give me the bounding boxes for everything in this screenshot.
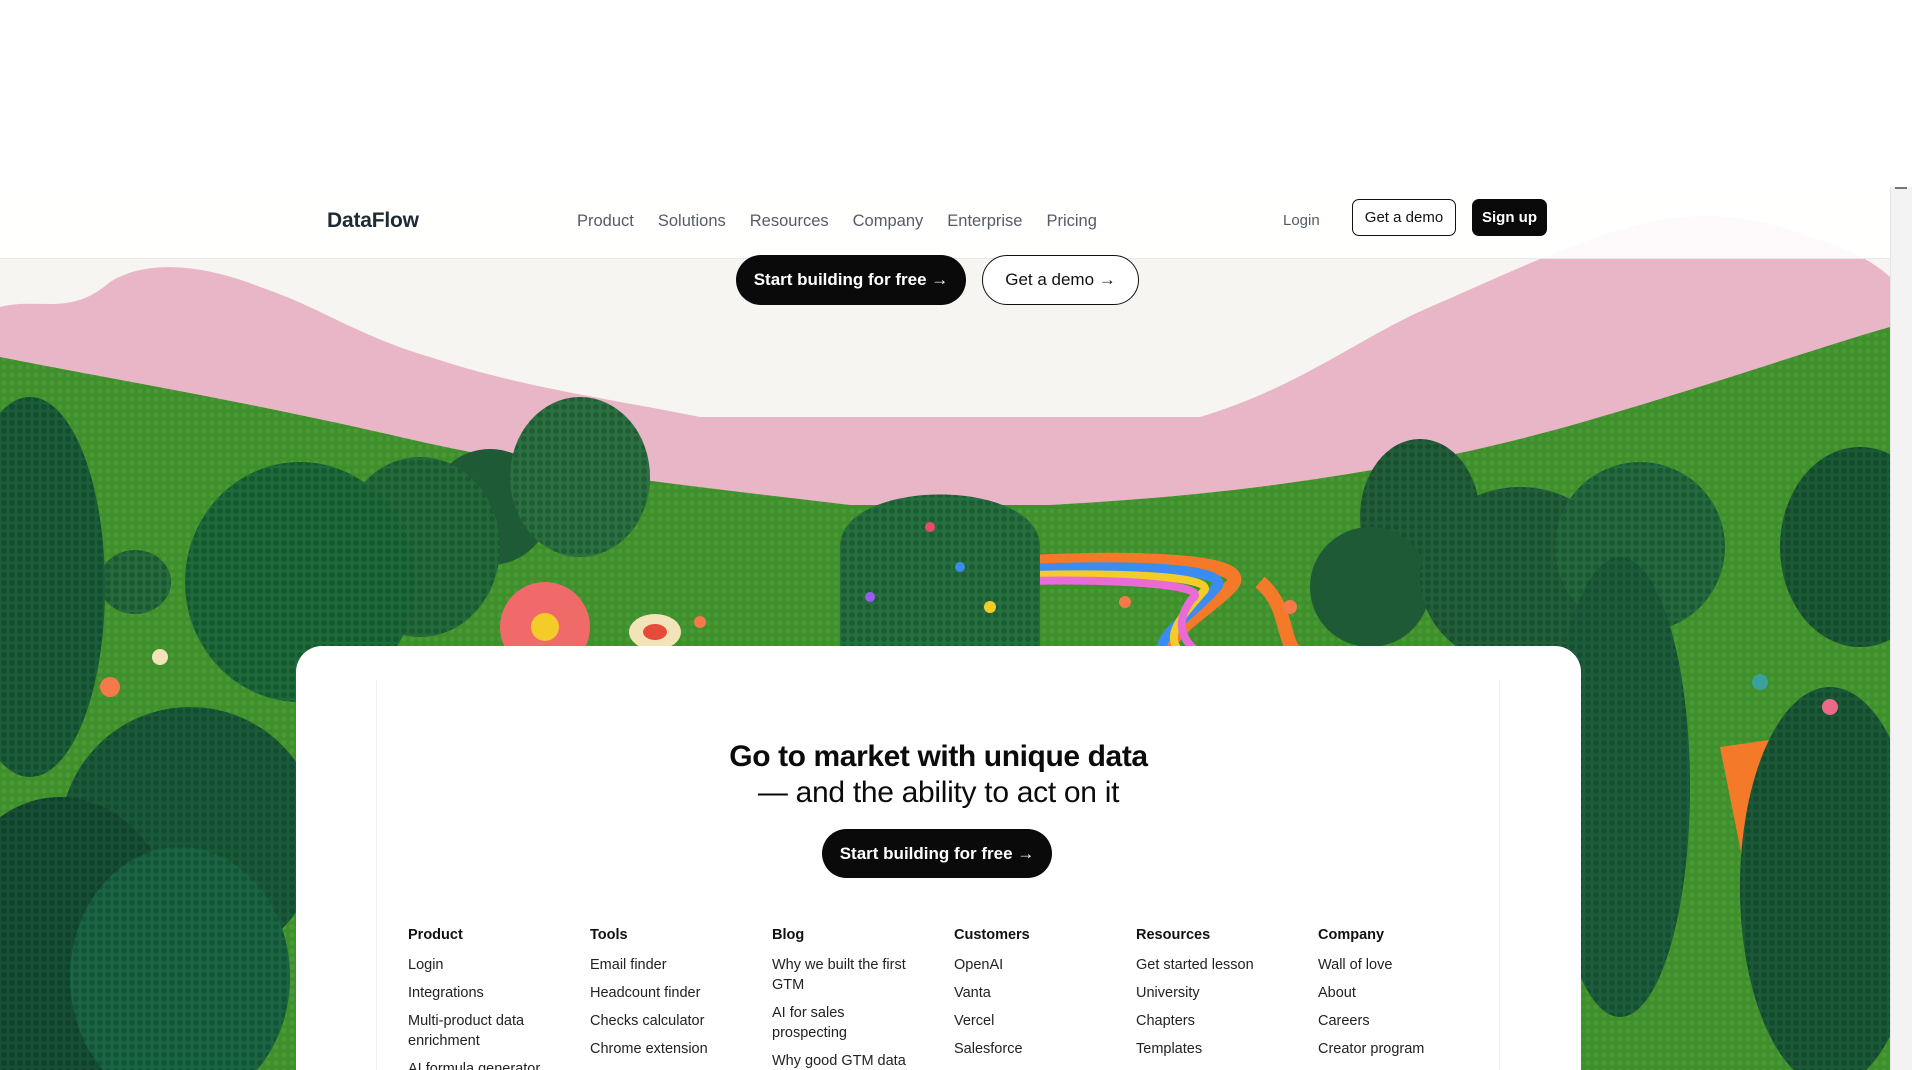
footer-col-title: Company: [1318, 927, 1385, 943]
footer-link[interactable]: Wall of love: [1318, 955, 1468, 975]
browser-viewport: DataFlow Product Solutions Resources Com…: [0, 0, 1912, 1070]
nav-solutions[interactable]: Solutions: [658, 208, 726, 234]
footer-col-company: Company Wall of love About Careers Creat…: [1318, 926, 1500, 1070]
login-link[interactable]: Login: [1283, 212, 1320, 229]
page-scrollbar[interactable]: [1890, 187, 1912, 1070]
footer-col-resources: Resources Get started lesson University …: [1136, 926, 1318, 1070]
footer-col-blog: Blog Why we built the first GTM AI for s…: [772, 926, 954, 1070]
footer-link[interactable]: Templates: [1136, 1039, 1286, 1059]
footer-link[interactable]: Email finder: [590, 955, 740, 975]
main-nav: Product Solutions Resources Company Ente…: [577, 208, 1121, 234]
card-subtitle: — and the ability to act on it: [757, 776, 1120, 809]
nav-pricing[interactable]: Pricing: [1046, 208, 1096, 234]
footer-link[interactable]: Vercel: [954, 1011, 1104, 1031]
brand-logo[interactable]: DataFlow: [327, 209, 419, 233]
nav-enterprise[interactable]: Enterprise: [947, 208, 1022, 234]
nav-company[interactable]: Company: [853, 208, 924, 234]
footer-link[interactable]: Careers: [1318, 1011, 1468, 1031]
footer-columns: Product Login Integrations Multi-product…: [408, 926, 1500, 1070]
footer-link[interactable]: AI for sales prospecting: [772, 1003, 922, 1043]
footer-col-title: Resources: [1136, 927, 1211, 943]
footer-col-customers: Customers OpenAI Vanta Vercel Salesforce: [954, 926, 1136, 1070]
bush-arch-center: [840, 494, 1040, 647]
footer-col-title: Tools: [590, 927, 628, 943]
footer-col-tools: Tools Email finder Headcount finder Chec…: [590, 926, 772, 1070]
footer-link[interactable]: Login: [408, 955, 558, 975]
footer-link[interactable]: Chrome extension: [590, 1039, 740, 1059]
footer-link[interactable]: Salesforce: [954, 1039, 1104, 1059]
footer-link[interactable]: Vanta: [954, 983, 1104, 1003]
nav-product[interactable]: Product: [577, 208, 634, 234]
footer-col-title: Customers: [954, 927, 1030, 943]
footer-col-title: Product: [408, 927, 463, 943]
footer-link[interactable]: Creator program: [1318, 1039, 1468, 1059]
footer-link[interactable]: Multi-product data enrichment: [408, 1011, 558, 1051]
footer-link[interactable]: University: [1136, 983, 1286, 1003]
site-header: DataFlow Product Solutions Resources Com…: [0, 187, 1890, 259]
footer-col-product: Product Login Integrations Multi-product…: [408, 926, 590, 1070]
get-demo-button[interactable]: Get a demo: [1352, 199, 1456, 236]
card-start-free-button[interactable]: Start building for free →: [822, 829, 1052, 878]
footer-link[interactable]: About: [1318, 983, 1468, 1003]
footer-col-title: Blog: [772, 927, 805, 943]
nav-resources[interactable]: Resources: [750, 208, 829, 234]
sign-up-button[interactable]: Sign up: [1472, 199, 1547, 236]
footer-link[interactable]: Chapters: [1136, 1011, 1286, 1031]
footer-link[interactable]: AI formula generator: [408, 1059, 558, 1070]
footer-link[interactable]: Why good GTM data: [772, 1051, 922, 1070]
footer-link[interactable]: Why we built the first GTM: [772, 955, 922, 995]
footer-link[interactable]: Get started lesson: [1136, 955, 1286, 975]
hero-get-demo-button[interactable]: Get a demo →: [982, 255, 1139, 305]
footer-link[interactable]: Integrations: [408, 983, 558, 1003]
footer-link[interactable]: Checks calculator: [590, 1011, 740, 1031]
hero-start-free-button[interactable]: Start building for free →: [736, 255, 966, 305]
card-title: Go to market with unique data: [729, 740, 1148, 773]
footer-link[interactable]: Headcount finder: [590, 983, 740, 1003]
scrollbar-up-arrow[interactable]: [1891, 186, 1911, 190]
cta-footer-card: Go to market with unique data — and the …: [296, 646, 1581, 1070]
footer-link[interactable]: OpenAI: [954, 955, 1104, 975]
